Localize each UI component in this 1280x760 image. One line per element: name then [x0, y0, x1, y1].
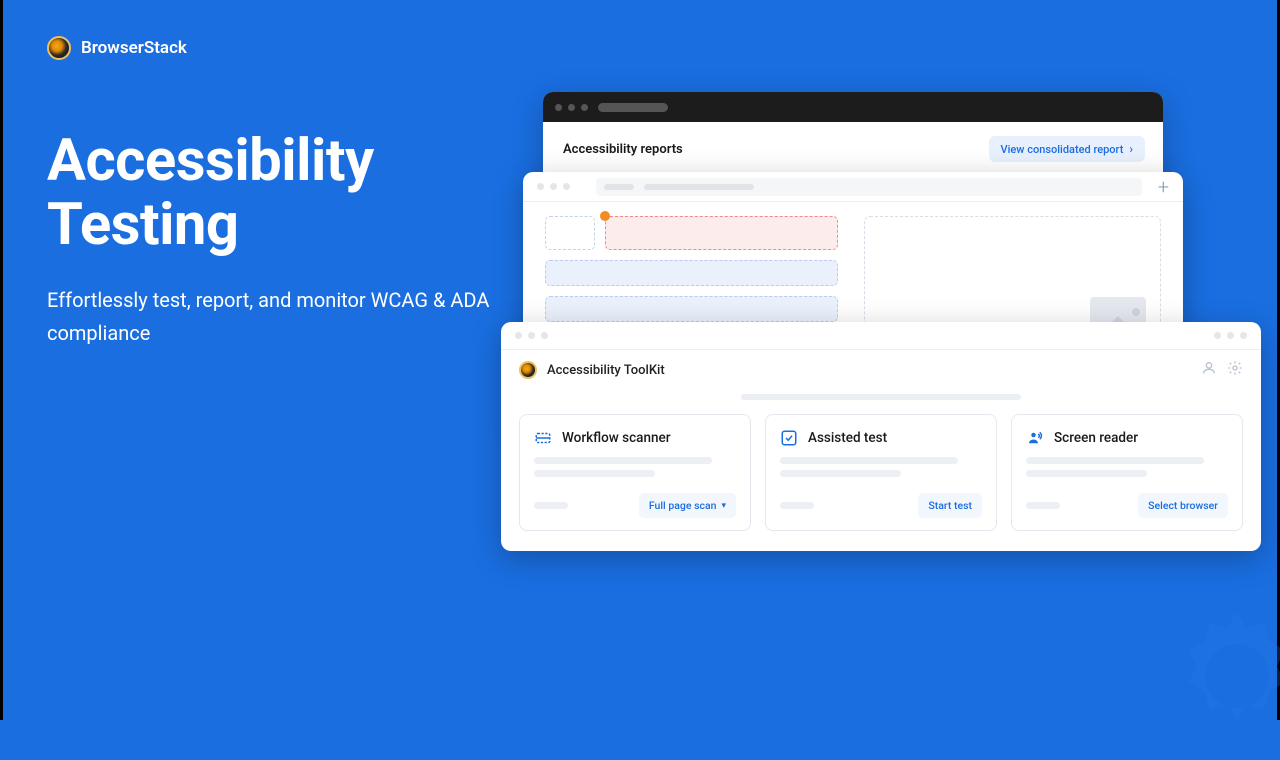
skeleton-line	[534, 470, 655, 477]
window-stack: Accessibility reports View consolidated …	[523, 92, 1263, 612]
gear-icon[interactable]	[1227, 360, 1243, 380]
traffic-dot-icon	[550, 183, 557, 190]
workflow-scanner-card[interactable]: Workflow scanner Full page scan ▾	[519, 414, 751, 531]
skeleton-line	[780, 502, 814, 509]
traffic-dot-icon	[537, 183, 544, 190]
button-label: View consolidated report	[1001, 143, 1124, 156]
full-page-scan-button[interactable]: Full page scan ▾	[639, 493, 736, 518]
toolkit-title: Accessibility ToolKit	[547, 363, 665, 378]
card-title: Workflow scanner	[562, 430, 671, 446]
screen-reader-icon	[1026, 429, 1044, 447]
skeleton-line	[1026, 457, 1204, 464]
skeleton-line	[780, 470, 901, 477]
button-label: Full page scan	[649, 499, 717, 512]
error-dot-icon	[600, 211, 610, 221]
assisted-test-card[interactable]: Assisted test Start test	[765, 414, 997, 531]
background-gear-icon	[1157, 596, 1280, 760]
title-placeholder	[598, 103, 668, 112]
window-titlebar-light: +	[523, 172, 1183, 202]
url-segment	[644, 184, 754, 190]
card-grid: Workflow scanner Full page scan ▾	[501, 414, 1261, 551]
new-tab-icon[interactable]: +	[1158, 175, 1169, 199]
url-segment	[604, 184, 634, 190]
traffic-dot-icon	[541, 332, 548, 339]
traffic-dot-icon	[555, 104, 562, 111]
traffic-dot-icon	[581, 104, 588, 111]
card-title: Screen reader	[1054, 430, 1138, 446]
skeleton-line	[534, 502, 568, 509]
hero-section: Accessibility Testing Effortlessly test,…	[47, 130, 507, 350]
browserstack-logo-icon	[47, 36, 71, 60]
brand-name: BrowserStack	[81, 38, 187, 58]
skeleton-bar	[741, 394, 1021, 400]
chevron-right-icon: ›	[1129, 142, 1133, 156]
traffic-dot-icon	[1214, 332, 1221, 339]
mock-error-box	[605, 216, 838, 250]
reports-title: Accessibility reports	[563, 142, 683, 157]
button-label: Start test	[928, 499, 972, 512]
start-test-button[interactable]: Start test	[918, 493, 982, 518]
select-browser-button[interactable]: Select browser	[1138, 493, 1228, 518]
mock-box	[545, 216, 595, 250]
button-label: Select browser	[1148, 499, 1218, 512]
check-icon	[780, 429, 798, 447]
toolkit-window: Accessibility ToolKit Workflow scanner	[501, 322, 1261, 551]
user-icon[interactable]	[1201, 360, 1217, 380]
hero-title: Accessibility Testing	[47, 130, 507, 258]
traffic-dot-icon	[1240, 332, 1247, 339]
scanner-icon	[534, 429, 552, 447]
mock-box	[545, 296, 838, 322]
window-titlebar-dark	[543, 92, 1163, 122]
address-bar[interactable]	[596, 178, 1142, 196]
skeleton-line	[1026, 470, 1147, 477]
chevron-down-icon: ▾	[721, 501, 726, 511]
window-titlebar-light	[501, 322, 1261, 350]
mock-box	[545, 260, 838, 286]
traffic-dot-icon	[515, 332, 522, 339]
browserstack-logo-icon	[519, 361, 537, 379]
traffic-dot-icon	[1227, 332, 1234, 339]
skeleton-line	[1026, 502, 1060, 509]
hero-subtitle: Effortlessly test, report, and monitor W…	[47, 284, 507, 350]
traffic-dot-icon	[568, 104, 575, 111]
traffic-dot-icon	[528, 332, 535, 339]
skeleton-line	[780, 457, 958, 464]
card-title: Assisted test	[808, 430, 887, 446]
screen-reader-card[interactable]: Screen reader Select browser	[1011, 414, 1243, 531]
traffic-dot-icon	[563, 183, 570, 190]
skeleton-line	[534, 457, 712, 464]
view-consolidated-report-button[interactable]: View consolidated report ›	[989, 136, 1145, 162]
brand-logo: BrowserStack	[47, 36, 187, 60]
